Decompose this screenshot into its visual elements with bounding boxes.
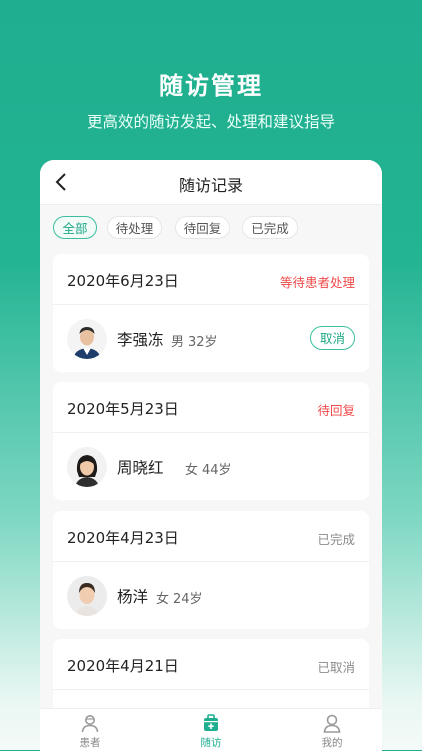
patient-age: 24岁	[173, 592, 203, 607]
panel-title: 随访记录	[178, 176, 243, 195]
record-status: 已完成	[317, 532, 355, 547]
record-date: 2020年4月23日	[67, 529, 179, 547]
patient-gender: 男	[171, 335, 185, 350]
patient-avatar	[67, 447, 107, 487]
tab-label: 我的	[321, 737, 343, 749]
panel-header: 随访记录	[40, 160, 382, 205]
filter-chip-all[interactable]: 全部	[53, 216, 97, 239]
record-status: 等待患者处理	[279, 275, 355, 290]
tab-label: 随访	[200, 737, 222, 749]
patient-gender: 女	[185, 463, 199, 478]
hero-subtitle: 更高效的随访发起、处理和建议指导	[86, 113, 335, 131]
medical-kit-icon	[204, 714, 218, 731]
record-card[interactable]: 2020年5月23日 待回复 周晓红 女 44岁	[53, 382, 369, 500]
record-date: 2020年6月23日	[67, 272, 179, 290]
patient-name: 周晓红	[117, 459, 164, 477]
filter-bar: 全部 待处理 待回复 已完成	[40, 205, 382, 251]
tab-profile[interactable]: 我的	[302, 713, 362, 750]
tab-patients[interactable]: 患者	[60, 713, 120, 750]
record-card-header: 2020年4月21日 已取消	[53, 639, 369, 690]
tab-bar: 患者 随访 我的	[40, 708, 382, 751]
patient-icon	[81, 715, 99, 733]
tab-follow-up[interactable]: 随访	[181, 713, 241, 750]
record-card[interactable]: 2020年6月23日 等待患者处理 李强冻 男 32岁 取消	[53, 254, 369, 372]
record-status: 待回复	[317, 403, 355, 418]
patient-name: 杨洋	[117, 588, 149, 606]
patient-gender: 女	[156, 592, 170, 607]
cancel-button[interactable]: 取消	[310, 326, 355, 350]
profile-icon	[323, 714, 341, 733]
patient-avatar	[67, 576, 107, 616]
record-status: 已取消	[317, 660, 355, 675]
follow-up-panel: 随访记录 全部 待处理 待回复 已完成 2020年6月23日 等待患者处理 李强…	[40, 160, 382, 750]
tab-label: 患者	[79, 737, 101, 749]
record-date: 2020年4月21日	[67, 657, 179, 675]
filter-chip-awaiting-reply[interactable]: 待回复	[175, 216, 230, 239]
patient-name: 李强冻	[117, 331, 164, 349]
patient-avatar	[67, 319, 107, 359]
record-card-header: 2020年5月23日 待回复	[53, 382, 369, 433]
filter-chip-completed[interactable]: 已完成	[242, 216, 298, 239]
filter-chip-pending[interactable]: 待处理	[107, 216, 162, 239]
record-card[interactable]: 2020年4月23日 已完成 杨洋 女 24岁	[53, 511, 369, 629]
record-date: 2020年5月23日	[67, 400, 179, 418]
record-card-header: 2020年4月23日 已完成	[53, 511, 369, 562]
patient-age: 32岁	[188, 335, 218, 350]
record-card-header: 2020年6月23日 等待患者处理	[53, 254, 369, 305]
hero-title: 随访管理	[159, 72, 263, 100]
patient-age: 44岁	[202, 463, 232, 478]
